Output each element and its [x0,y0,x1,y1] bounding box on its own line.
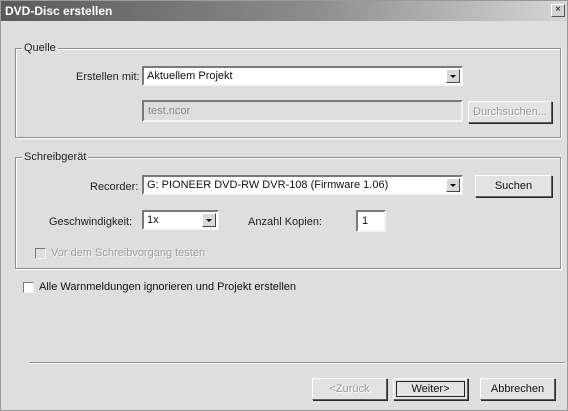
title-bar[interactable]: DVD-Disc erstellen × [1,1,567,21]
speed-value: 1x [147,214,159,226]
chevron-down-icon[interactable] [446,178,460,192]
source-group: Quelle [15,42,561,138]
search-button[interactable]: Suchen [475,175,552,197]
copies-value: 1 [362,215,369,227]
recorder-label: Recorder: [90,181,139,193]
back-button[interactable]: <Zurück [312,378,387,400]
ignore-warnings-checkbox[interactable] [23,282,34,293]
chevron-down-icon[interactable] [446,69,460,83]
browse-button[interactable]: Durchsuchen... [468,101,552,123]
recorder-value: G: PIONEER DVD-RW DVR-108 (Firmware 1.06… [147,179,389,191]
create-with-dropdown[interactable]: Aktuellem Projekt [142,66,463,86]
recorder-dropdown[interactable]: G: PIONEER DVD-RW DVR-108 (Firmware 1.06… [142,175,463,195]
chevron-down-icon[interactable] [202,213,216,227]
cancel-button[interactable]: Abbrechen [480,378,555,400]
close-button[interactable]: × [551,4,565,17]
file-path-field: test.ncor [142,100,463,122]
speed-dropdown[interactable]: 1x [142,210,219,230]
close-icon: × [555,4,561,15]
test-before-write-checkbox[interactable] [35,248,46,259]
file-path-value: test.ncor [148,105,191,117]
window-title: DVD-Disc erstellen [5,4,113,18]
dialog-window: DVD-Disc erstellen × Quelle Erstellen mi… [0,0,568,411]
writer-group-legend: Schreibgerät [22,151,89,163]
copies-label: Anzahl Kopien: [248,216,322,228]
next-button[interactable]: Weiter> [393,378,468,400]
test-before-write-label: Vor dem Schreibvorgang testen [51,247,206,259]
speed-label: Geschwindigkeit: [49,216,133,228]
copies-field[interactable]: 1 [356,210,386,232]
footer-separator [29,362,565,364]
create-with-label: Erstellen mit: [76,71,140,83]
source-group-legend: Quelle [22,42,58,54]
create-with-value: Aktuellem Projekt [147,70,233,82]
ignore-warnings-label: Alle Warnmeldungen ignorieren und Projek… [39,281,297,293]
